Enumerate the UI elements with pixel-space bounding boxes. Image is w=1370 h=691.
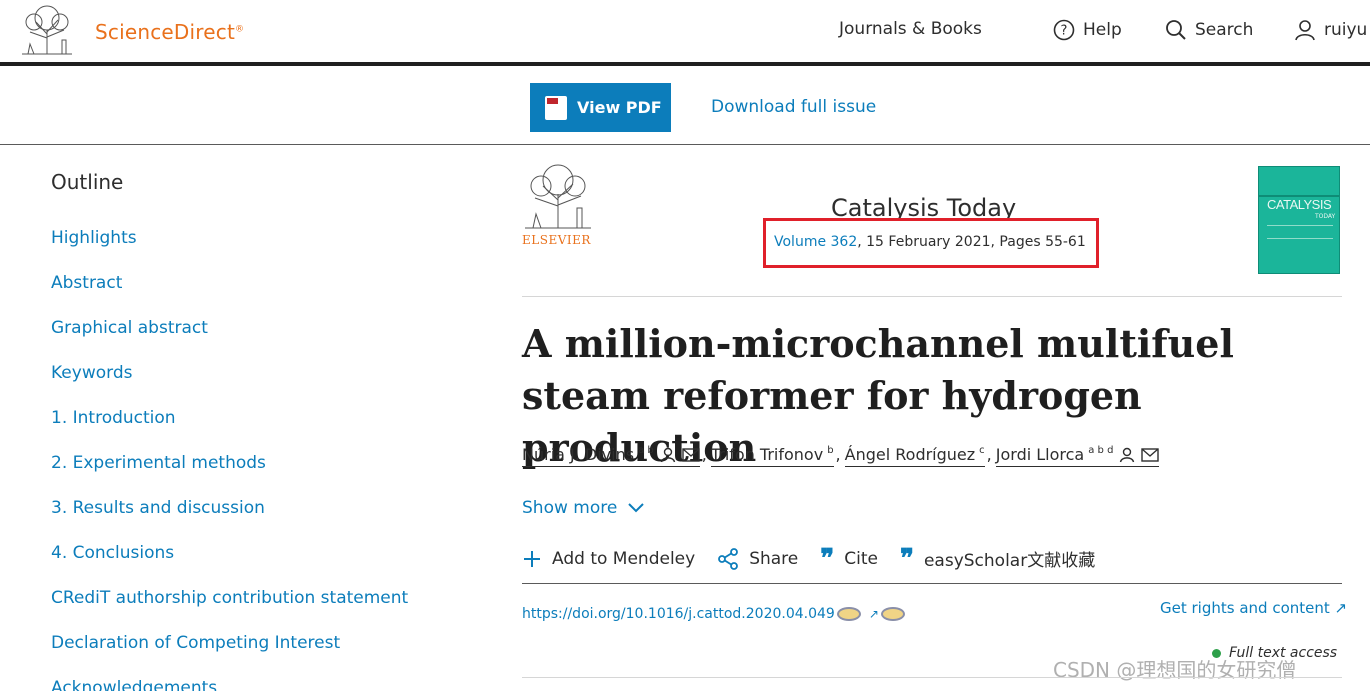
author-separator: , xyxy=(986,445,992,464)
external-link-icon: ↗ xyxy=(868,607,879,621)
author-affiliation: a b xyxy=(638,445,654,456)
share-button[interactable]: Share xyxy=(717,547,799,570)
nav-help-label: Help xyxy=(1083,20,1122,40)
cover-title: CATALYSIS xyxy=(1267,197,1332,212)
author-rodriguez[interactable]: Ángel Rodríguez c xyxy=(844,445,985,467)
user-icon xyxy=(1295,20,1315,41)
easyscholar-label: easyScholar文献收藏 xyxy=(923,551,1096,571)
divider xyxy=(522,677,1342,678)
add-to-mendeley-button[interactable]: Add to Mendeley xyxy=(522,549,695,569)
author-trifonov[interactable]: Trifon Trifonov b xyxy=(710,445,834,467)
nav-search-label: Search xyxy=(1195,20,1254,40)
outline-item-experimental-methods[interactable]: 2. Experimental methods xyxy=(51,453,408,498)
outline-item-competing-interest[interactable]: Declaration of Competing Interest xyxy=(51,633,408,678)
nav-user[interactable]: ruiyu xyxy=(1294,19,1367,41)
outline-item-highlights[interactable]: Highlights xyxy=(51,228,408,273)
outline-item-credit-statement[interactable]: CRediT authorship contribution statement xyxy=(51,588,408,633)
cover-subtitle: TODAY xyxy=(1315,213,1336,220)
view-pdf-button[interactable]: View PDF xyxy=(530,83,671,132)
elsevier-publisher-logo[interactable] xyxy=(521,162,595,230)
help-icon: ? xyxy=(1053,19,1075,41)
nav-user-label: ruiyu xyxy=(1324,20,1368,40)
article-actions: Add to Mendeley Share ❞ Cite ❞ easySchol… xyxy=(522,543,1117,574)
quote-icon: ❞ xyxy=(820,543,835,574)
divider xyxy=(522,583,1342,584)
view-pdf-label: View PDF xyxy=(577,98,662,117)
outline-title: Outline xyxy=(51,170,124,194)
cite-button[interactable]: ❞ Cite xyxy=(820,543,878,574)
plugin-badge-icon[interactable] xyxy=(880,607,905,621)
plus-icon xyxy=(524,550,540,567)
elsevier-tree-logo[interactable] xyxy=(18,4,76,56)
cover-lines xyxy=(1267,225,1333,239)
email-icon xyxy=(1141,447,1160,462)
author-affiliation: b xyxy=(827,445,834,456)
site-header: ScienceDirect® Journals & Books ? Help S… xyxy=(0,0,1370,66)
search-icon xyxy=(1166,20,1186,40)
outline-item-abstract[interactable]: Abstract xyxy=(51,273,408,318)
chevron-down-icon xyxy=(628,503,645,513)
outline-item-graphical-abstract[interactable]: Graphical abstract xyxy=(51,318,408,363)
show-more-label: Show more xyxy=(522,498,618,518)
author-separator: , xyxy=(835,445,841,464)
outline-item-conclusions[interactable]: 4. Conclusions xyxy=(51,543,408,588)
author-divins[interactable]: Núria J. Divins a b xyxy=(522,445,700,467)
highlight-annotation-box xyxy=(763,218,1099,268)
divider xyxy=(522,296,1342,297)
watermark: CSDN @理想国的女研究僧 xyxy=(1053,658,1297,682)
download-full-issue-link[interactable]: Download full issue xyxy=(711,97,876,117)
sciencedirect-logo[interactable]: ScienceDirect® xyxy=(95,20,244,44)
outline-item-keywords[interactable]: Keywords xyxy=(51,363,408,408)
doi-link[interactable]: https://doi.org/10.1016/j.cattod.2020.04… xyxy=(522,606,835,622)
svg-text:?: ? xyxy=(1061,24,1068,39)
author-name: Núria J. Divins xyxy=(522,445,635,464)
outline-item-introduction[interactable]: 1. Introduction xyxy=(51,408,408,453)
article-toolbar: View PDF Download full issue xyxy=(0,70,1370,145)
email-icon xyxy=(682,447,700,462)
author-name: Trifon Trifonov xyxy=(710,445,824,464)
outline-item-results-discussion[interactable]: 3. Results and discussion xyxy=(51,498,408,543)
nav-search[interactable]: Search xyxy=(1165,19,1253,41)
doi-row: https://doi.org/10.1016/j.cattod.2020.04… xyxy=(522,606,905,622)
author-affiliation: c xyxy=(979,445,985,456)
outline-item-acknowledgements[interactable]: Acknowledgements xyxy=(51,678,408,691)
cite-label: Cite xyxy=(844,548,878,569)
pdf-icon xyxy=(545,95,567,120)
author-name: Ángel Rodríguez xyxy=(844,445,976,464)
person-icon xyxy=(660,447,675,462)
author-separator: , xyxy=(701,445,707,464)
get-rights-link[interactable]: Get rights and content ↗ xyxy=(1160,599,1347,617)
show-more-button[interactable]: Show more xyxy=(522,498,645,518)
elsevier-wordmark: ELSEVIER xyxy=(522,233,591,247)
nav-help[interactable]: ? Help xyxy=(1053,19,1122,41)
author-name: Jordi Llorca xyxy=(995,445,1085,464)
easyscholar-button[interactable]: ❞ easyScholar文献收藏 xyxy=(899,543,1096,574)
outline-list: Highlights Abstract Graphical abstract K… xyxy=(51,228,408,691)
plugin-badge-icon[interactable] xyxy=(836,607,861,621)
nav-journals-books-label: Journals & Books xyxy=(839,19,982,39)
quote-icon: ❞ xyxy=(899,543,914,574)
journal-cover-image[interactable]: CATALYSIS TODAY xyxy=(1258,166,1340,274)
person-icon xyxy=(1120,447,1135,462)
nav-journals-books[interactable]: Journals & Books xyxy=(839,19,982,39)
author-llorca[interactable]: Jordi Llorca a b d xyxy=(995,445,1160,467)
author-list: Núria J. Divins a b , Trifon Trifonov b , … xyxy=(522,445,1160,467)
share-icon xyxy=(718,547,739,570)
mendeley-label: Add to Mendeley xyxy=(552,548,696,569)
share-label: Share xyxy=(749,548,799,569)
author-affiliation: a b d xyxy=(1088,445,1114,456)
